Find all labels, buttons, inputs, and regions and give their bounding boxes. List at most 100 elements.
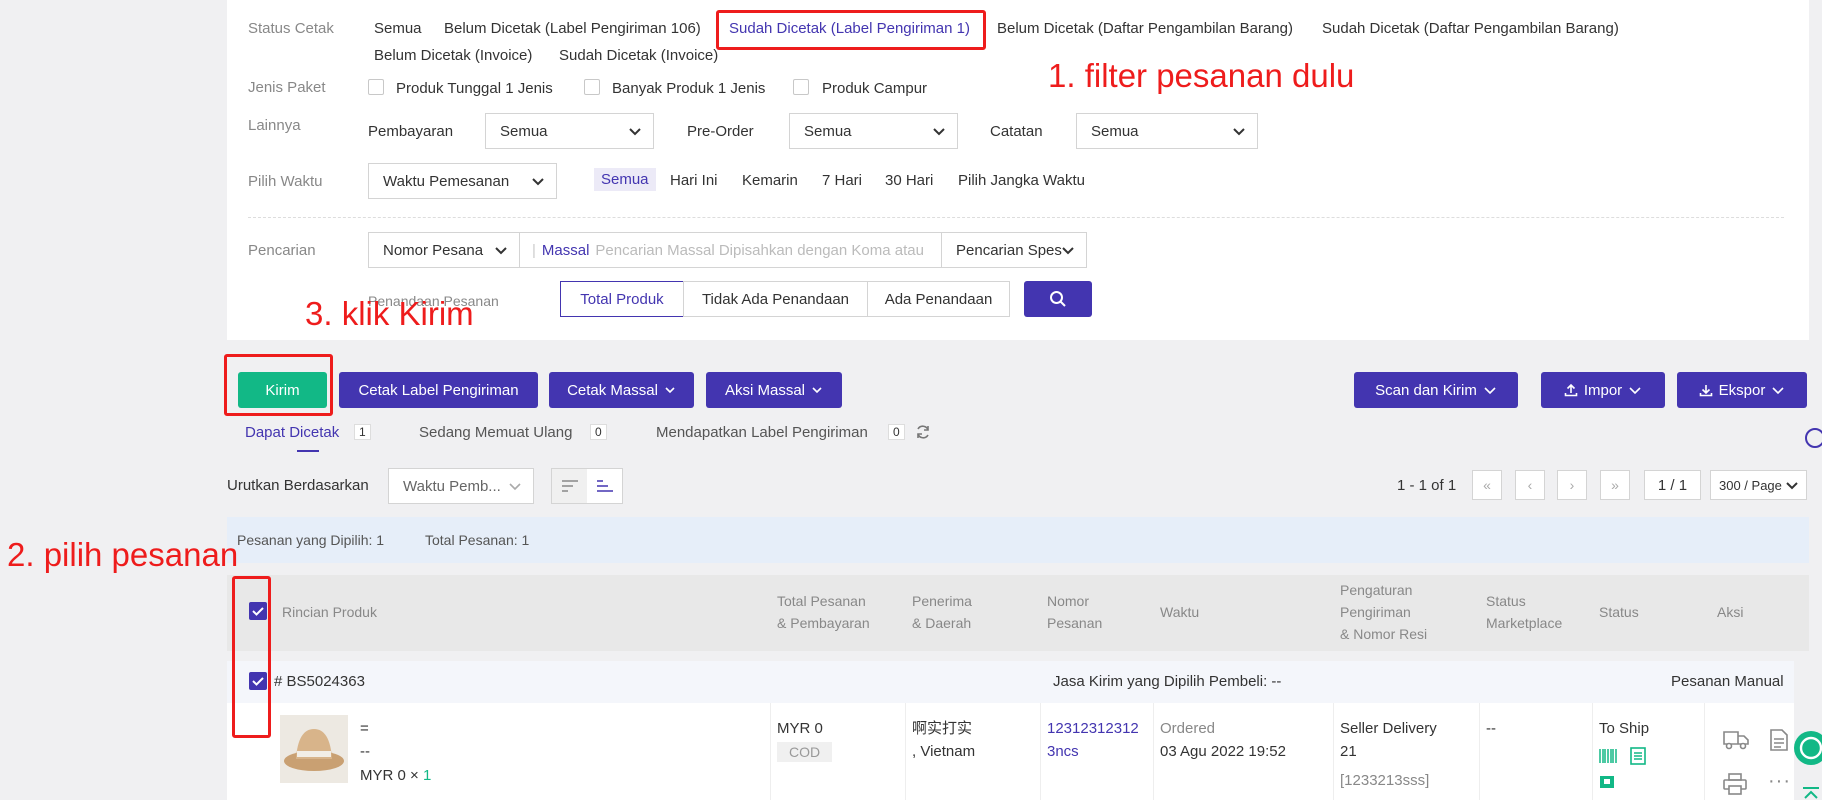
scroll-top-icon[interactable] [1800,784,1822,800]
upload-icon [1564,383,1578,397]
pilih-waktu-label: Pilih Waktu [248,173,323,190]
order-amount: MYR 0 [777,720,823,737]
order-time: 03 Agu 2022 19:52 [1160,743,1286,760]
time-option-kemarin[interactable]: Kemarin [742,172,798,189]
header-shipping-line3: & Nomor Resi [1340,626,1428,642]
order-number-link-line2[interactable]: 3ncs [1047,740,1079,763]
annotation-step2: 2. pilih pesanan [7,536,239,573]
status-option-sudah-invoice[interactable]: Sudah Dicetak (Invoice) [559,47,718,64]
sort-label: Urutkan Berdasarkan [227,477,369,494]
package-status-icon[interactable] [1599,775,1615,789]
print-shipping-label-button[interactable]: Cetak Label Pengiriman [339,372,538,408]
annotation-box-checkbox [232,576,271,738]
header-shipping: Pengaturan Pengiriman & Nomor Resi [1340,579,1427,645]
prev-page-button[interactable]: ‹ [1515,470,1545,500]
cell-divider [770,703,771,800]
tab-count-mendapatkan: 0 [888,424,905,440]
times-symbol: × [410,767,419,784]
note-select[interactable]: Semua [1076,113,1258,149]
last-page-button[interactable]: » [1600,470,1630,500]
header-marketplace-status: Status Marketplace [1486,590,1562,634]
sort-select[interactable]: Waktu Pemb... [388,468,534,504]
pagination-range: 1 - 1 of 1 [1397,477,1457,494]
status-option-belum-daftar[interactable]: Belum Dicetak (Daftar Pengambilan Barang… [997,20,1293,37]
time-option-30-hari[interactable]: 30 Hari [885,172,933,189]
cell-divider [905,703,906,800]
import-button[interactable]: Impor [1541,372,1665,408]
time-type-select[interactable]: Waktu Pemesanan [368,163,557,199]
more-icon[interactable]: ··· [1768,770,1791,793]
search-icon [1050,291,1066,307]
document-icon[interactable] [1629,747,1647,765]
sort-select-value: Waktu Pemb... [403,477,501,495]
pencarian-label: Pencarian [248,242,316,259]
per-page-value: 300 / Page [1719,477,1782,493]
payment-select-value: Semua [500,122,548,140]
scan-ship-button[interactable]: Scan dan Kirim [1354,372,1518,408]
header-product: Rincian Produk [282,604,377,620]
invoice-icon[interactable] [1769,729,1789,751]
header-recipient-line1: Penerima [912,593,972,609]
tab-count-dapat-dicetak: 1 [354,424,371,440]
preorder-label: Pre-Order [687,123,754,140]
table-header [227,575,1809,651]
time-option-semua[interactable]: Semua [594,168,656,191]
preorder-select-value: Semua [804,122,852,140]
mass-label: Massal [541,241,590,259]
header-shipping-line2: Pengiriman [1340,604,1411,620]
status-option-belum-label[interactable]: Belum Dicetak (Label Pengiriman 106) [444,20,701,37]
truck-icon[interactable] [1723,729,1749,751]
annotation-box-status-filter [716,10,986,50]
mass-search-input[interactable]: | Massal Pencarian Massal Dipisahkan den… [519,232,942,268]
sort-asc-button[interactable] [587,469,622,503]
status-option-sudah-daftar[interactable]: Sudah Dicetak (Daftar Pengambilan Barang… [1322,20,1619,37]
sort-desc-button[interactable] [552,469,587,503]
mark-option-total[interactable]: Total Produk [560,281,684,317]
sort-asc-icon [596,480,613,492]
checkbox-banyak-produk[interactable] [584,79,600,95]
annotation-box-kirim [224,354,333,416]
status-option-belum-invoice[interactable]: Belum Dicetak (Invoice) [374,47,532,64]
first-page-button[interactable]: « [1472,470,1502,500]
special-search-select[interactable]: Pencarian Spes [941,232,1087,268]
order-number-link[interactable]: 12312312312 [1047,717,1139,740]
next-page-button[interactable]: › [1557,470,1587,500]
buyer-courier: Jasa Kirim yang Dipilih Pembeli: -- [1053,673,1282,690]
package-option-tunggal: Produk Tunggal 1 Jenis [396,80,553,97]
refresh-icon[interactable] [915,424,931,440]
chat-support-icon[interactable] [1794,731,1822,765]
tab-sedang-memuat[interactable]: Sedang Memuat Ulang [419,424,572,441]
time-option-hari-ini[interactable]: Hari Ini [670,172,718,189]
checkbox-produk-tunggal[interactable] [368,79,384,95]
order-id: # BS5024363 [274,673,365,690]
search-button[interactable] [1024,281,1092,317]
payment-select[interactable]: Semua [485,113,654,149]
product-variant: -- [360,743,370,760]
tab-dapat-dicetak[interactable]: Dapat Dicetak [245,424,339,441]
checkbox-produk-campur[interactable] [793,79,809,95]
chevron-down-icon [1233,128,1245,136]
per-page-select[interactable]: 300 / Page [1710,470,1807,500]
tab-count-sedang-memuat: 0 [590,424,607,440]
barcode-icon[interactable] [1599,748,1617,764]
mass-print-button[interactable]: Cetak Massal [549,372,694,408]
mark-option-none[interactable]: Tidak Ada Penandaan [683,281,868,317]
header-recipient: Penerima & Daerah [912,590,972,634]
mass-action-button[interactable]: Aksi Massal [706,372,842,408]
search-field-select[interactable]: Nomor Pesana [368,232,520,268]
package-option-banyak: Banyak Produk 1 Jenis [612,80,766,97]
time-option-7-hari[interactable]: 7 Hari [822,172,862,189]
header-order-number: Nomor Pesanan [1047,590,1102,634]
header-action: Aksi [1717,604,1744,620]
tab-mendapatkan-label[interactable]: Mendapatkan Label Pengiriman [656,424,868,441]
mark-option-has[interactable]: Ada Penandaan [867,281,1010,317]
print-icon[interactable] [1723,773,1747,795]
time-option-jangka-waktu[interactable]: Pilih Jangka Waktu [958,172,1085,189]
sort-desc-icon [561,480,578,492]
floating-circle-icon[interactable] [1805,428,1822,448]
export-button[interactable]: Ekspor [1677,372,1807,408]
page-number-input[interactable]: 1 / 1 [1644,470,1701,500]
selected-orders-count: Pesanan yang Dipilih: 1 [237,532,385,548]
status-option-semua[interactable]: Semua [374,20,422,37]
preorder-select[interactable]: Semua [789,113,958,149]
